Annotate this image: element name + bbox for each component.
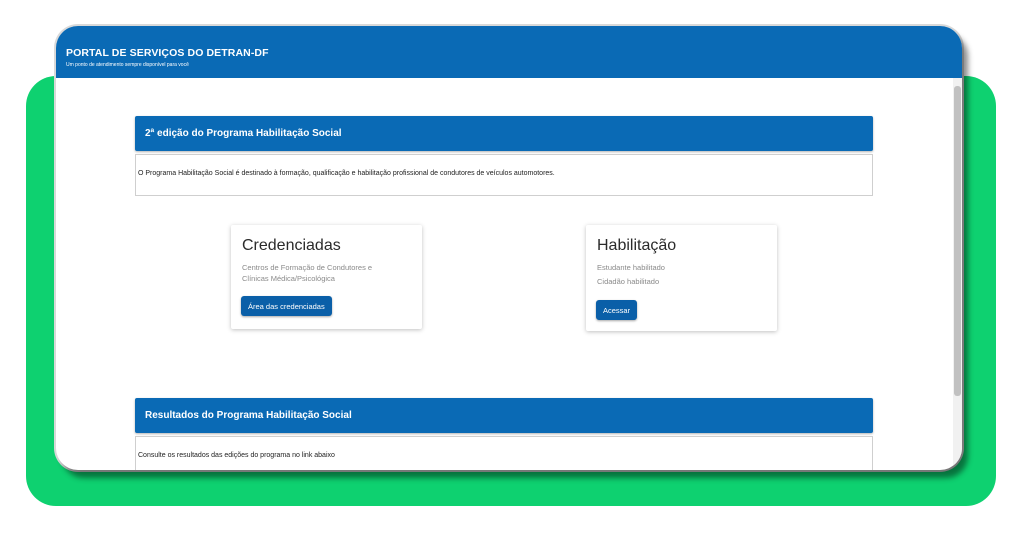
card-habilitacao-line-1: Estudante habilitado bbox=[597, 263, 665, 272]
portal-subtitle: Um ponto de atendimento sempre disponíve… bbox=[66, 62, 189, 68]
results-section-body: Consulte os resultados das edições do pr… bbox=[135, 436, 873, 470]
area-credenciadas-button[interactable]: Área das credenciadas bbox=[241, 296, 332, 316]
card-credenciadas-line-2: Clínicas Médica/Psicológica bbox=[242, 274, 335, 283]
card-credenciadas-line-1: Centros de Formação de Condutores e bbox=[242, 263, 373, 272]
results-section-header: Resultados do Programa Habilitação Socia… bbox=[135, 398, 873, 433]
scrollbar-thumb[interactable] bbox=[954, 86, 961, 396]
program-description: O Programa Habilitação Social é destinad… bbox=[138, 170, 555, 177]
program-section-header: 2ª edição do Programa Habilitação Social bbox=[135, 116, 873, 151]
program-section-title: 2ª edição do Programa Habilitação Social bbox=[145, 128, 342, 139]
portal-header: PORTAL DE SERVIÇOS DO DETRAN-DF Um ponto… bbox=[56, 26, 962, 78]
portal-title[interactable]: PORTAL DE SERVIÇOS DO DETRAN-DF bbox=[66, 47, 269, 59]
card-habilitacao-title: Habilitação bbox=[597, 237, 677, 254]
card-habilitacao: Habilitação Estudante habilitado Cidadão… bbox=[586, 225, 777, 331]
acessar-button[interactable]: Acessar bbox=[596, 300, 638, 320]
results-description: Consulte os resultados das edições do pr… bbox=[138, 452, 335, 459]
card-credenciadas: Credenciadas Centros de Formação de Cond… bbox=[231, 225, 422, 329]
browser-window: PORTAL DE SERVIÇOS DO DETRAN-DF Um ponto… bbox=[56, 26, 962, 470]
card-habilitacao-line-2: Cidadão habilitado bbox=[597, 277, 660, 286]
program-section-body: O Programa Habilitação Social é destinad… bbox=[135, 154, 873, 196]
card-credenciadas-title: Credenciadas bbox=[242, 237, 341, 254]
results-section-title: Resultados do Programa Habilitação Socia… bbox=[145, 410, 352, 421]
